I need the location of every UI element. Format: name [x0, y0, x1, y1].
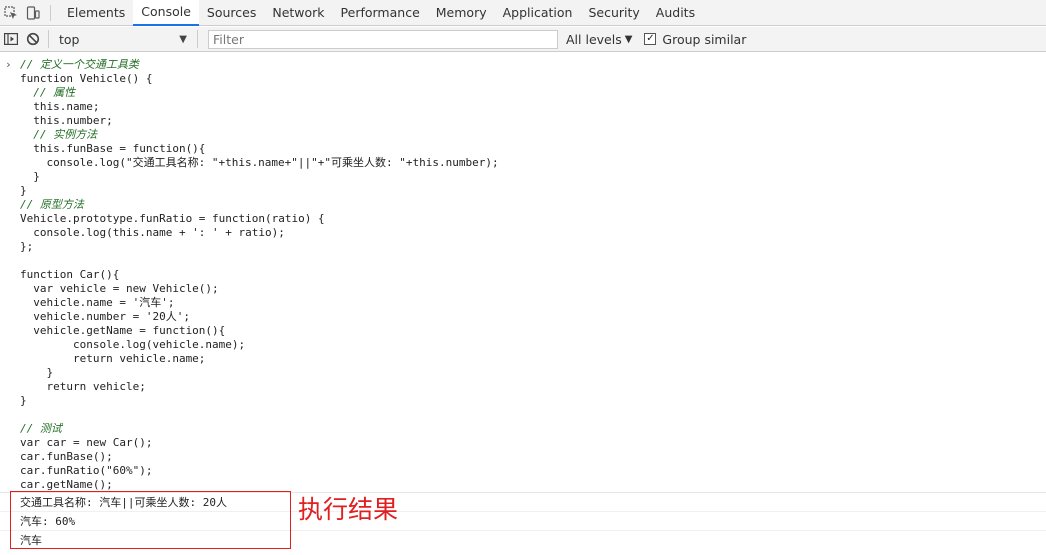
toolbar-divider	[197, 30, 198, 48]
code-line: }	[20, 394, 27, 407]
code-line: }	[20, 184, 27, 197]
code-line: console.log(this.name + ': ' + ratio);	[20, 226, 285, 239]
code-line: // 原型方法	[20, 198, 84, 211]
code-line: var vehicle = new Vehicle();	[20, 282, 219, 295]
code-line: vehicle.number = '20人';	[20, 310, 190, 323]
console-toolbar: top ▼ All levels ▼ ✓ Group similar	[0, 27, 1046, 52]
code-line: return vehicle.name;	[20, 352, 206, 365]
tab-sources[interactable]: Sources	[199, 0, 264, 26]
code-line: this.funBase = function(){	[20, 142, 206, 155]
clear-console-icon[interactable]	[22, 27, 44, 52]
dropdown-caret-icon: ▼	[179, 33, 187, 45]
code-line: }	[20, 170, 40, 183]
code-line: Vehicle.prototype.funRatio = function(ra…	[20, 212, 325, 225]
context-selector[interactable]: top ▼	[53, 29, 193, 49]
tab-network[interactable]: Network	[264, 0, 332, 26]
device-toolbar-icon[interactable]	[22, 0, 44, 26]
context-value: top	[59, 31, 80, 47]
checkbox-checked-icon[interactable]: ✓	[644, 33, 657, 45]
log-levels-dropdown[interactable]: All levels ▼	[566, 32, 632, 47]
tab-elements[interactable]: Elements	[59, 0, 133, 26]
code-line: vehicle.name = '汽车';	[20, 296, 175, 309]
code-line: car.funBase();	[20, 450, 113, 463]
show-sidebar-icon[interactable]	[0, 27, 22, 52]
code-line: this.number;	[20, 114, 113, 127]
code-line: console.log(vehicle.name);	[20, 338, 246, 351]
inspect-element-icon[interactable]	[0, 0, 22, 26]
code-line: // 属性	[20, 86, 76, 99]
tab-performance[interactable]: Performance	[333, 0, 428, 26]
prompt-chevron-icon: ›	[5, 58, 12, 71]
tab-divider	[50, 4, 51, 21]
code-line: // 测试	[20, 422, 62, 435]
tab-audits[interactable]: Audits	[648, 0, 703, 26]
code-line: // 实例方法	[20, 128, 98, 141]
console-message: 汽车: 60%	[0, 511, 1046, 530]
toolbar-divider	[48, 30, 49, 48]
code-line: vehicle.getName = function(){	[20, 324, 226, 337]
tab-security[interactable]: Security	[580, 0, 647, 26]
console-message: 汽车	[0, 530, 1046, 549]
tab-application[interactable]: Application	[495, 0, 581, 26]
code-line: car.getName();	[20, 478, 113, 491]
code-line: var car = new Car();	[20, 436, 153, 449]
tab-console[interactable]: Console	[133, 0, 199, 26]
code-line: };	[20, 240, 34, 253]
result-annotation: 执行结果	[298, 495, 399, 524]
group-similar-toggle[interactable]: ✓ Group similar	[644, 32, 746, 47]
dropdown-caret-icon: ▼	[624, 33, 633, 45]
code-line: return vehicle;	[20, 380, 146, 393]
code-line: car.funRatio("60%");	[20, 464, 153, 477]
code-line: ›// 定义一个交通工具类	[5, 58, 139, 71]
tab-memory[interactable]: Memory	[428, 0, 495, 26]
code-line: console.log("交通工具名称: "+this.name+"||"+"可…	[20, 156, 499, 169]
devtools-tab-bar: Elements Console Sources Network Perform…	[0, 0, 1046, 26]
log-levels-label: All levels	[566, 31, 622, 47]
console-input-echo: ›// 定义一个交通工具类 function Vehicle() { // 属性…	[0, 58, 1046, 492]
group-similar-label: Group similar	[662, 31, 747, 47]
code-line: function Vehicle() {	[20, 72, 153, 85]
code-line: function Car(){	[20, 268, 120, 281]
console-output: 交通工具名称: 汽车||可乘坐人数: 20人 汽车: 60% 汽车	[0, 492, 1046, 549]
code-line: this.name;	[20, 100, 100, 113]
code-line: }	[20, 366, 54, 379]
filter-input[interactable]	[208, 29, 558, 49]
console-message: 交通工具名称: 汽车||可乘坐人数: 20人	[0, 492, 1046, 511]
